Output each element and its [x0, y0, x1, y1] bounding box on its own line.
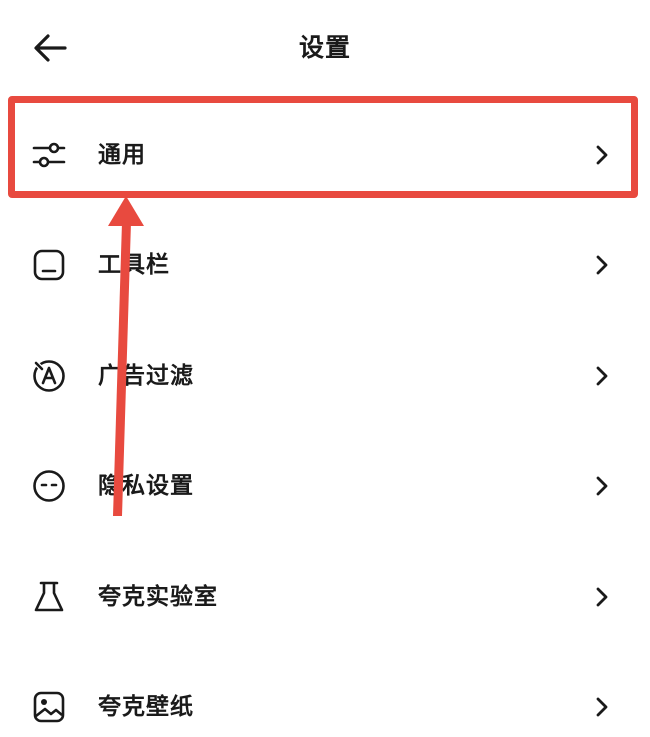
menu-item-privacy[interactable]: 隐私设置 — [0, 431, 650, 541]
menu-item-lab[interactable]: 夸克实验室 — [0, 542, 650, 652]
chevron-right-icon — [590, 141, 614, 169]
flask-icon — [30, 578, 68, 616]
chevron-right-icon — [590, 251, 614, 279]
settings-screen: 设置 通用 工具栏 广告过滤 隐私设置 夸克实验室 夸克壁纸 — [0, 0, 650, 737]
menu-item-label: 工具栏 — [98, 252, 170, 278]
chevron-right-icon — [590, 362, 614, 390]
menu-item-toolbar[interactable]: 工具栏 — [0, 210, 650, 320]
chevron-right-icon — [590, 583, 614, 611]
menu-item-label: 隐私设置 — [98, 473, 194, 499]
wallpaper-icon — [30, 688, 68, 726]
header: 设置 — [0, 0, 650, 92]
menu-item-ad-filter[interactable]: 广告过滤 — [0, 321, 650, 431]
toolbar-icon — [30, 246, 68, 284]
sliders-icon — [30, 136, 68, 174]
chevron-right-icon — [590, 472, 614, 500]
menu-item-label: 通用 — [98, 142, 146, 168]
menu-item-general[interactable]: 通用 — [0, 100, 650, 210]
menu-item-label: 广告过滤 — [98, 363, 194, 389]
menu-item-wallpaper[interactable]: 夸克壁纸 — [0, 652, 650, 737]
page-title: 设置 — [298, 33, 351, 62]
privacy-icon — [30, 467, 68, 505]
menu-item-label: 夸克实验室 — [98, 584, 218, 610]
menu-item-label: 夸克壁纸 — [98, 694, 194, 720]
ad-filter-icon — [30, 357, 68, 395]
chevron-right-icon — [590, 693, 614, 721]
